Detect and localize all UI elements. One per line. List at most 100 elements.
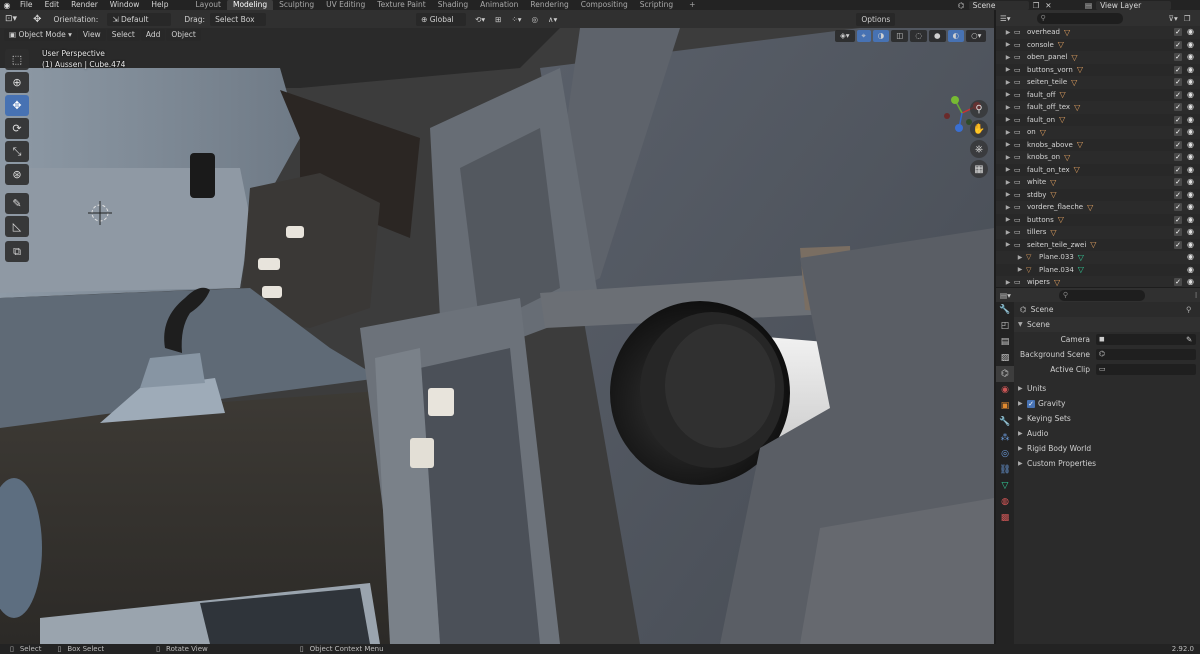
- visibility-eye-icon[interactable]: ◉: [1187, 90, 1194, 99]
- visibility-eye-icon[interactable]: ◉: [1187, 140, 1194, 149]
- scene-name-field[interactable]: Scene: [968, 0, 1029, 10]
- add-workspace-button[interactable]: +: [683, 0, 701, 10]
- expand-arrow-icon[interactable]: ▶: [1002, 91, 1014, 98]
- expand-arrow-icon[interactable]: ▶: [1002, 54, 1014, 61]
- exclude-checkbox[interactable]: ✓: [1174, 278, 1182, 286]
- exclude-checkbox[interactable]: ✓: [1174, 178, 1182, 186]
- properties-options-icon[interactable]: ⁝: [1195, 291, 1197, 300]
- transform-tool-icon-shelf[interactable]: ⊛: [5, 164, 29, 185]
- eyedropper-icon[interactable]: ✎: [1186, 335, 1192, 344]
- exclude-checkbox[interactable]: ✓: [1174, 240, 1182, 249]
- orientation-dropdown[interactable]: ⇲ Default: [107, 12, 172, 26]
- render-tab-icon[interactable]: ◰: [996, 318, 1014, 334]
- view-layer-tab-icon[interactable]: ▨: [996, 350, 1014, 366]
- outliner-collection-row[interactable]: ▶ ▭ fault_on_tex ▽ ✓ ◉: [996, 164, 1200, 177]
- measure-tool-icon[interactable]: ◺: [5, 216, 29, 237]
- outliner-object-row[interactable]: ▶ ▽ Plane.034 ▽ ◉: [996, 264, 1200, 277]
- new-collection-icon[interactable]: ❐: [1184, 14, 1191, 23]
- proportional-edit-icon[interactable]: ◎: [527, 13, 544, 26]
- exclude-checkbox[interactable]: ✓: [1174, 153, 1182, 161]
- outliner-search-input[interactable]: ⚲: [1036, 12, 1123, 24]
- outliner-collection-row[interactable]: ▶ ▭ seiten_teile ▽ ✓ ◉: [996, 76, 1200, 89]
- gravity-panel-header[interactable]: ▶ ✓ Gravity: [1014, 396, 1200, 411]
- camera-view-icon[interactable]: ⎈: [970, 140, 988, 158]
- expand-arrow-icon[interactable]: ▶: [1014, 254, 1026, 261]
- expand-arrow-icon[interactable]: ▶: [1014, 266, 1026, 273]
- xray-icon[interactable]: ◫: [891, 30, 909, 42]
- options-dropdown[interactable]: Options: [856, 12, 896, 26]
- outliner-collection-row[interactable]: ▶ ▭ stdby ▽ ✓ ◉: [996, 189, 1200, 202]
- overlay-toggle-icon[interactable]: ◑: [872, 30, 890, 42]
- expand-arrow-icon[interactable]: ▶: [1002, 216, 1014, 223]
- output-tab-icon[interactable]: ▤: [996, 334, 1014, 350]
- outliner-object-row[interactable]: ▶ ▽ Plane.033 ▽ ◉: [996, 251, 1200, 264]
- exclude-checkbox[interactable]: ✓: [1174, 103, 1182, 111]
- visibility-eye-icon[interactable]: ◉: [1187, 65, 1194, 74]
- custom-properties-panel-header[interactable]: ▶ Custom Properties: [1014, 456, 1200, 471]
- add-cube-tool-icon[interactable]: ⧉: [5, 241, 29, 262]
- menu-render[interactable]: Render: [65, 0, 104, 10]
- outliner-collection-row[interactable]: ▶ ▭ vordere_flaeche ▽ ✓ ◉: [996, 201, 1200, 214]
- render-shading-icon[interactable]: ○▾: [966, 30, 987, 42]
- texture-tab-icon[interactable]: ▩: [996, 510, 1014, 526]
- exclude-checkbox[interactable]: ✓: [1174, 90, 1182, 99]
- exclude-checkbox[interactable]: ✓: [1174, 203, 1182, 211]
- properties-search-input[interactable]: ⚲: [1058, 289, 1145, 301]
- expand-arrow-icon[interactable]: ▶: [1002, 179, 1014, 186]
- rotate-tool-icon[interactable]: ⟳: [5, 118, 29, 139]
- drag-dropdown[interactable]: Select Box: [210, 12, 267, 26]
- exclude-checkbox[interactable]: ✓: [1174, 228, 1182, 236]
- exclude-checkbox[interactable]: ✓: [1174, 128, 1182, 136]
- pivot-icon[interactable]: ⟲▾: [470, 13, 490, 26]
- expand-arrow-icon[interactable]: ▶: [1002, 241, 1014, 248]
- expand-arrow-icon[interactable]: ▶: [1002, 104, 1014, 111]
- snap-target-icon[interactable]: ⁘▾: [506, 13, 526, 26]
- 3d-viewport[interactable]: User Perspective (1) Aussen | Cube.474 ◈…: [0, 28, 994, 644]
- visibility-eye-icon[interactable]: ◉: [1187, 227, 1194, 236]
- pin-icon[interactable]: ⚲: [1186, 305, 1192, 314]
- expand-arrow-icon[interactable]: ▶: [1002, 66, 1014, 73]
- menu-edit[interactable]: Edit: [39, 0, 66, 10]
- outliner-collection-row[interactable]: ▶ ▭ buttons_vorn ▽ ✓ ◉: [996, 64, 1200, 77]
- object-mode-dropdown[interactable]: ▣ Object Mode ▾: [4, 29, 77, 41]
- material-shading-icon[interactable]: ◐: [947, 30, 965, 42]
- keying-sets-panel-header[interactable]: ▶ Keying Sets: [1014, 411, 1200, 426]
- data-tab-icon[interactable]: ▽: [996, 478, 1014, 494]
- outliner-collection-row[interactable]: ▶ ▭ buttons ▽ ✓ ◉: [996, 214, 1200, 227]
- tab-compositing[interactable]: Compositing: [575, 0, 634, 10]
- exclude-checkbox[interactable]: ✓: [1174, 190, 1182, 199]
- tab-layout[interactable]: Layout: [189, 0, 227, 10]
- visibility-eye-icon[interactable]: ◉: [1187, 190, 1194, 199]
- outliner-collection-row[interactable]: ▶ ▭ oben_panel ▽ ✓ ◉: [996, 51, 1200, 64]
- particles-tab-icon[interactable]: ⁂: [996, 430, 1014, 446]
- transform-tool-icon[interactable]: ✥: [28, 13, 46, 26]
- menu-add[interactable]: Add: [140, 29, 166, 41]
- transform-orientation-dropdown[interactable]: ⊕ Global: [416, 12, 467, 26]
- tab-modeling[interactable]: Modeling: [226, 0, 274, 10]
- tab-scripting[interactable]: Scripting: [634, 0, 679, 10]
- tab-uv-editing[interactable]: UV Editing: [320, 0, 371, 10]
- menu-window[interactable]: Window: [104, 0, 146, 10]
- visibility-eye-icon[interactable]: ◉: [1187, 40, 1194, 49]
- camera-field[interactable]: ◼: [1096, 334, 1196, 345]
- menu-select[interactable]: Select: [106, 29, 140, 41]
- outliner-collection-row[interactable]: ▶ ▭ fault_off_tex ▽ ✓ ◉: [996, 101, 1200, 114]
- outliner-collection-row[interactable]: ▶ ▭ fault_off ▽ ✓ ◉: [996, 89, 1200, 102]
- tab-animation[interactable]: Animation: [474, 0, 524, 10]
- select-box-tool-icon[interactable]: ⬚: [5, 49, 29, 70]
- outliner-collection-row[interactable]: ▶ ▭ overhead ▽ ✓ ◉: [996, 26, 1200, 39]
- visibility-eye-icon[interactable]: ◉: [1187, 177, 1194, 186]
- visibility-eye-icon[interactable]: ◉: [1187, 165, 1194, 174]
- active-clip-field[interactable]: ▭: [1096, 364, 1196, 375]
- falloff-icon[interactable]: ∧▾: [543, 13, 562, 26]
- tab-rendering[interactable]: Rendering: [524, 0, 574, 10]
- outliner-collection-row[interactable]: ▶ ▭ seiten_teile_zwei ▽ ✓ ◉: [996, 239, 1200, 252]
- expand-arrow-icon[interactable]: ▶: [1002, 141, 1014, 148]
- rigid-body-panel-header[interactable]: ▶ Rigid Body World: [1014, 441, 1200, 456]
- visibility-eye-icon[interactable]: ◉: [1187, 252, 1194, 261]
- delete-scene-icon[interactable]: ✕: [1045, 1, 1051, 10]
- menu-object[interactable]: Object: [166, 29, 201, 41]
- visibility-eye-icon[interactable]: ◉: [1187, 240, 1194, 249]
- pan-hand-icon[interactable]: ✋: [970, 120, 988, 138]
- properties-editor-icon[interactable]: ▤▾: [1000, 291, 1011, 300]
